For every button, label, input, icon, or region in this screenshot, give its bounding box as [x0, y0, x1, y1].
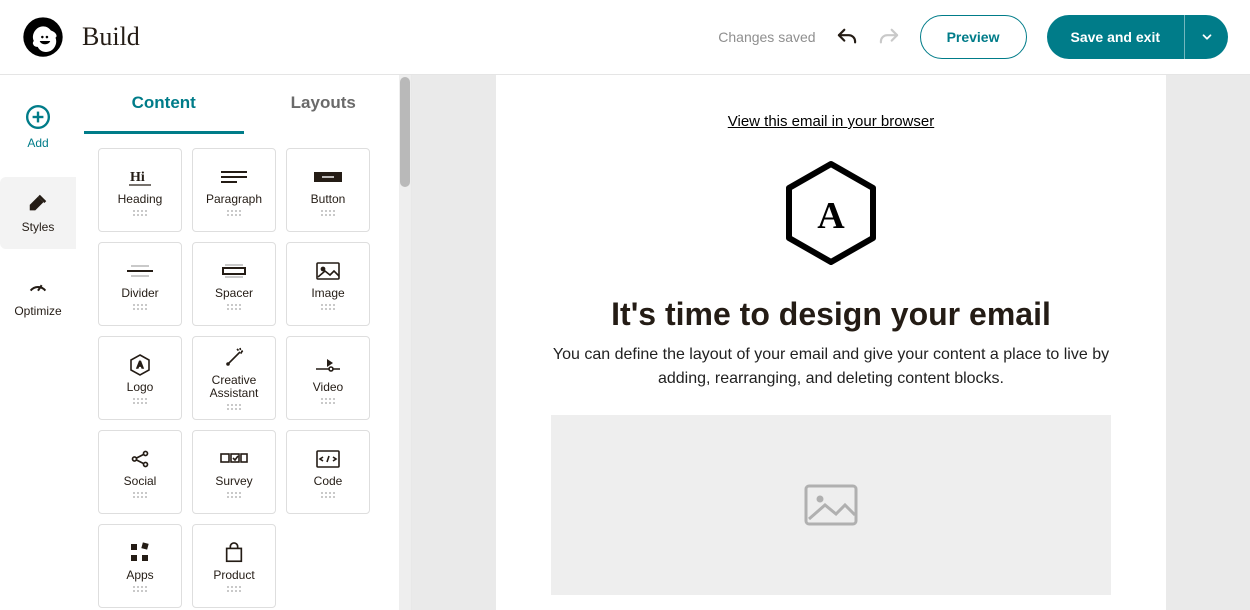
hex-logo-icon: A — [781, 158, 881, 268]
block-spacer[interactable]: Spacer — [192, 242, 276, 326]
block-survey[interactable]: Survey — [192, 430, 276, 514]
spacer-icon — [219, 259, 249, 283]
panel-tabs: Content Layouts — [76, 75, 411, 134]
block-product[interactable]: Product — [192, 524, 276, 608]
save-status: Changes saved — [718, 29, 815, 45]
rail-styles[interactable]: Styles — [0, 177, 76, 249]
side-rail: Add Styles Optimize — [0, 75, 76, 610]
canvas-subtext: You can define the layout of your email … — [551, 343, 1111, 391]
svg-text:Hi: Hi — [130, 170, 145, 185]
sparkle-icon — [222, 346, 246, 370]
page-title: Build — [82, 22, 140, 52]
panel-scrollbar[interactable] — [399, 75, 411, 610]
shopping-bag-icon — [223, 541, 245, 565]
image-placeholder-block[interactable] — [551, 415, 1111, 595]
block-creative-assistant[interactable]: Creative Assistant — [192, 336, 276, 420]
view-in-browser-link[interactable]: View this email in your browser — [728, 113, 934, 130]
save-dropdown-chevron-icon[interactable] — [1184, 15, 1228, 59]
survey-icon — [219, 447, 249, 471]
paragraph-icon — [219, 165, 249, 189]
tab-content[interactable]: Content — [84, 75, 244, 134]
mailchimp-logo-icon — [22, 16, 64, 58]
apps-icon — [129, 541, 151, 565]
svg-text:A: A — [817, 195, 845, 237]
block-paragraph[interactable]: Paragraph — [192, 148, 276, 232]
email-canvas[interactable]: View this email in your browser A It's t… — [496, 75, 1166, 610]
block-social[interactable]: Social — [98, 430, 182, 514]
block-button[interactable]: Button — [286, 148, 370, 232]
heading-icon: Hi — [126, 165, 154, 189]
blocks-grid: Hi Heading Paragraph Button Divider — [76, 134, 411, 610]
svg-text:A: A — [137, 360, 143, 370]
canvas-headline: It's time to design your email — [611, 296, 1051, 333]
block-heading[interactable]: Hi Heading — [98, 148, 182, 232]
preview-button[interactable]: Preview — [920, 15, 1027, 59]
save-and-exit-button[interactable]: Save and exit — [1047, 15, 1229, 59]
grip-icon — [133, 210, 147, 216]
block-logo[interactable]: A Logo — [98, 336, 182, 420]
block-image[interactable]: Image — [286, 242, 370, 326]
redo-icon[interactable] — [878, 26, 900, 48]
button-icon — [312, 165, 344, 189]
divider-icon — [125, 259, 155, 283]
code-icon — [315, 447, 341, 471]
block-video[interactable]: Video — [286, 336, 370, 420]
canvas-area: View this email in your browser A It's t… — [412, 75, 1250, 610]
rail-optimize[interactable]: Optimize — [0, 261, 76, 333]
share-icon — [129, 447, 151, 471]
top-bar: Build Changes saved Preview Save and exi… — [0, 0, 1250, 75]
video-icon — [313, 353, 343, 377]
logo-group: Build — [22, 16, 140, 58]
block-apps[interactable]: Apps — [98, 524, 182, 608]
scrollbar-thumb[interactable] — [400, 77, 410, 187]
block-divider[interactable]: Divider — [98, 242, 182, 326]
tab-layouts[interactable]: Layouts — [244, 75, 404, 134]
block-code[interactable]: Code — [286, 430, 370, 514]
blocks-panel: Content Layouts Hi Heading Paragraph But… — [76, 75, 412, 610]
image-icon — [315, 259, 341, 283]
undo-icon[interactable] — [836, 26, 858, 48]
logo-icon: A — [128, 353, 152, 377]
rail-add[interactable]: Add — [0, 91, 76, 163]
placeholder-image-icon — [803, 483, 859, 527]
